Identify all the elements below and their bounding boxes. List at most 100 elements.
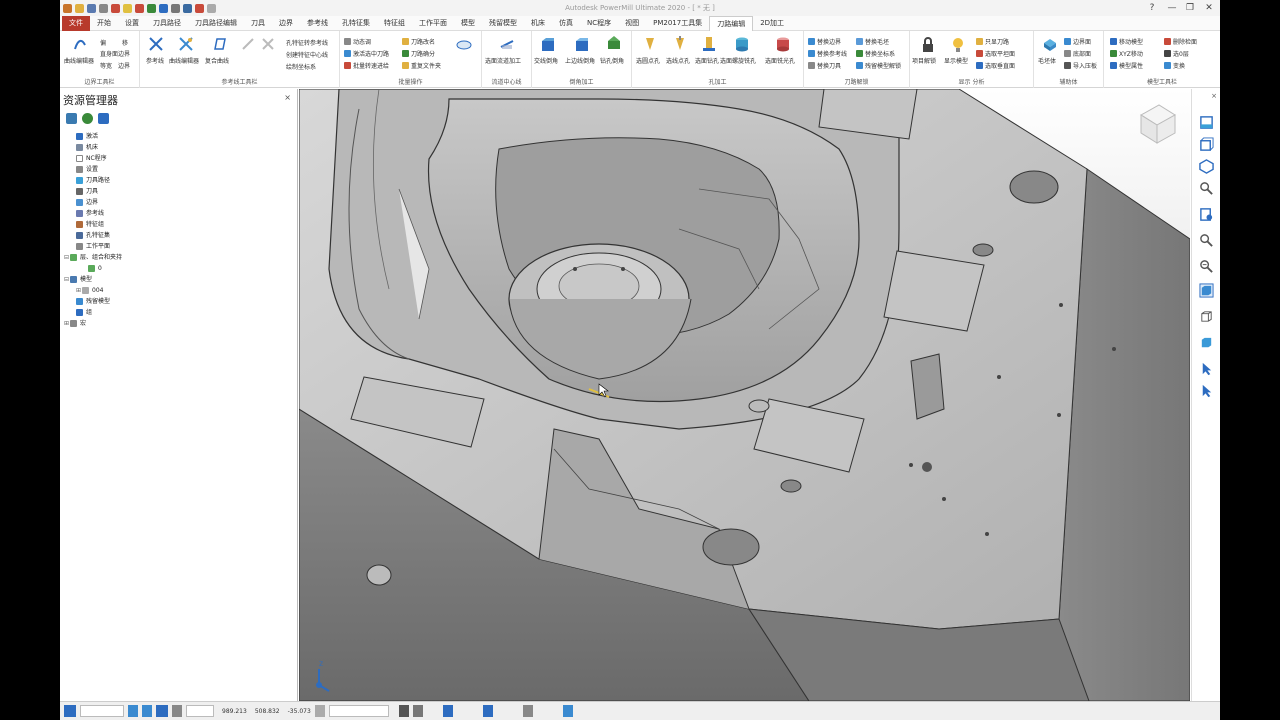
tree-node[interactable]: 刀具: [64, 186, 122, 197]
zoom-rotate-icon[interactable]: [1199, 181, 1214, 196]
view-box-icon[interactable]: [1199, 137, 1214, 152]
graphics-viewport[interactable]: Z: [299, 89, 1190, 701]
menu-pm2017-tools[interactable]: PM2017工具集: [646, 16, 709, 31]
pattern-icon[interactable]: [148, 36, 164, 52]
straight-boundary-button[interactable]: 直身面边界: [100, 49, 130, 58]
face-drill-button[interactable]: 选面钻孔: [695, 56, 719, 65]
tree-node[interactable]: 0: [64, 263, 122, 274]
status-probe-icon[interactable]: [482, 705, 493, 717]
status-check-icon[interactable]: [562, 705, 573, 717]
bulb-icon[interactable]: [950, 37, 966, 53]
repeat-folder-button[interactable]: 重复文件夹: [402, 61, 441, 70]
offset-button[interactable]: 偏: [100, 38, 106, 47]
tree-node[interactable]: 工作平面: [64, 241, 122, 252]
helical-mill-icon[interactable]: [734, 36, 750, 52]
hole-to-pattern-button[interactable]: 孔特征转参考线: [286, 38, 328, 47]
solid-blue-icon[interactable]: [1199, 335, 1214, 350]
equal-width-button[interactable]: 等宽: [100, 61, 112, 70]
top-edge-chamfer-button[interactable]: 上边线倒角: [565, 56, 595, 65]
tree-node[interactable]: ⊞ 宏: [64, 318, 122, 329]
tree-node[interactable]: ⊟ 层、组合和夹持: [64, 252, 122, 263]
status-input[interactable]: [328, 705, 389, 717]
drill-line-icon[interactable]: [672, 36, 688, 52]
help-icon[interactable]: ?: [1145, 2, 1159, 14]
refresh-icon[interactable]: [1199, 207, 1214, 222]
rename-toolpath-button[interactable]: 刀路改名: [402, 37, 435, 46]
menu-setup[interactable]: 设置: [118, 16, 146, 31]
tree-node[interactable]: 组: [64, 307, 122, 318]
explorer-trash-icon[interactable]: [98, 113, 109, 124]
explorer-close-button[interactable]: ×: [284, 93, 291, 102]
tree-node[interactable]: 边界: [64, 197, 122, 208]
runner-machining-button[interactable]: 选面流道加工: [485, 56, 521, 65]
stock-body-button[interactable]: 毛坯体: [1038, 56, 1056, 65]
composite-curve-icon[interactable]: [212, 36, 228, 52]
show-toolpath-only-button[interactable]: 只显刀路: [976, 37, 1009, 46]
curve-editor-button[interactable]: 曲线编辑器: [64, 56, 94, 65]
menu-holes[interactable]: 孔特征集: [335, 16, 377, 31]
pattern-editor-icon[interactable]: [178, 36, 194, 52]
menu-start[interactable]: 开始: [90, 16, 118, 31]
menu-workplane[interactable]: 工作平面: [412, 16, 454, 31]
stock-model-unlock-button[interactable]: 残留模型解锁: [856, 61, 901, 70]
drill-face-icon[interactable]: [701, 36, 717, 52]
intersection-chamfer-button[interactable]: 交线倒角: [534, 56, 558, 65]
boundary-button[interactable]: 边界: [118, 61, 130, 70]
tree-node[interactable]: 参考线: [64, 208, 122, 219]
shaded-icon[interactable]: [1199, 283, 1214, 298]
split-toolpath-button[interactable]: 刀路确分: [402, 49, 435, 58]
finish-mill-icon[interactable]: [775, 36, 791, 52]
status-grid-icon[interactable]: [142, 705, 152, 717]
menu-boundary[interactable]: 边界: [272, 16, 300, 31]
explorer-globe-icon[interactable]: [82, 113, 93, 124]
menu-toolpath-edit[interactable]: 刀具路径编辑: [188, 16, 244, 31]
explorer-list-icon[interactable]: [66, 113, 77, 124]
tree-node[interactable]: 设置: [64, 164, 122, 175]
line-point-hole-button[interactable]: 选线点孔: [666, 56, 690, 65]
select-flat-button[interactable]: 选取平坦面: [976, 49, 1015, 58]
menu-stock-model[interactable]: 残留模型: [482, 16, 524, 31]
tree-node[interactable]: 残留模型: [64, 296, 122, 307]
select-vertical-button[interactable]: 选取垂直面: [976, 61, 1015, 70]
tree-node[interactable]: 特征组: [64, 219, 122, 230]
move-model-button[interactable]: 移动模型: [1110, 37, 1143, 46]
menu-2d-machining[interactable]: 2D加工: [753, 16, 791, 31]
curve-editor-icon[interactable]: [72, 37, 88, 53]
status-crosshair-icon[interactable]: [442, 705, 453, 717]
pattern-curve-editor-button[interactable]: 曲线编辑器: [169, 56, 199, 65]
tree-node[interactable]: 刀具路径: [64, 175, 122, 186]
status-field[interactable]: [186, 705, 214, 717]
select-icon[interactable]: [1199, 361, 1214, 376]
model-render[interactable]: [299, 89, 1190, 701]
menu-nc-program[interactable]: NC程序: [580, 16, 618, 31]
tree-node[interactable]: 机床: [64, 142, 122, 153]
menu-model[interactable]: 模型: [454, 16, 482, 31]
drill-chamfer-button[interactable]: 钻孔倒角: [600, 56, 624, 65]
zoom-box-icon[interactable]: [1199, 233, 1214, 248]
replace-coord-button[interactable]: 替换坐标系: [856, 49, 895, 58]
tree-node[interactable]: 激活: [64, 131, 122, 142]
show-model-button[interactable]: 显示模型: [944, 56, 968, 65]
restore-button[interactable]: ❐: [1183, 2, 1197, 14]
menu-toolpath[interactable]: 刀具路径: [146, 16, 188, 31]
select-layer0-button[interactable]: 选0层: [1164, 49, 1189, 58]
status-view-icon[interactable]: [156, 705, 168, 717]
pen-icon[interactable]: [240, 36, 256, 52]
replace-pattern-button[interactable]: 替换参考线: [808, 49, 847, 58]
model-properties-button[interactable]: 模型属性: [1110, 61, 1143, 70]
menu-toolpath-editing[interactable]: 刀路编辑: [709, 15, 754, 31]
status-dim-icon[interactable]: [172, 705, 182, 717]
delete-face-button[interactable]: 删除检面: [1164, 37, 1197, 46]
intersection-chamfer-icon[interactable]: [540, 37, 556, 53]
select-rotate-icon[interactable]: [1199, 383, 1214, 398]
status-measure-icon[interactable]: [522, 705, 533, 717]
project-unlock-button[interactable]: 项目解锁: [912, 56, 936, 65]
stock-body-icon[interactable]: [1042, 37, 1058, 53]
lock-icon[interactable]: [920, 37, 936, 53]
replace-boundary-button[interactable]: 替换边界: [808, 37, 841, 46]
status-snap-icon[interactable]: [128, 705, 138, 717]
tree-node[interactable]: ⊞ 004: [64, 285, 122, 296]
circle-point-hole-button[interactable]: 选圆点孔: [636, 56, 660, 65]
zoom-out-icon[interactable]: [1199, 259, 1214, 274]
tree-node[interactable]: NC程序: [64, 153, 122, 164]
